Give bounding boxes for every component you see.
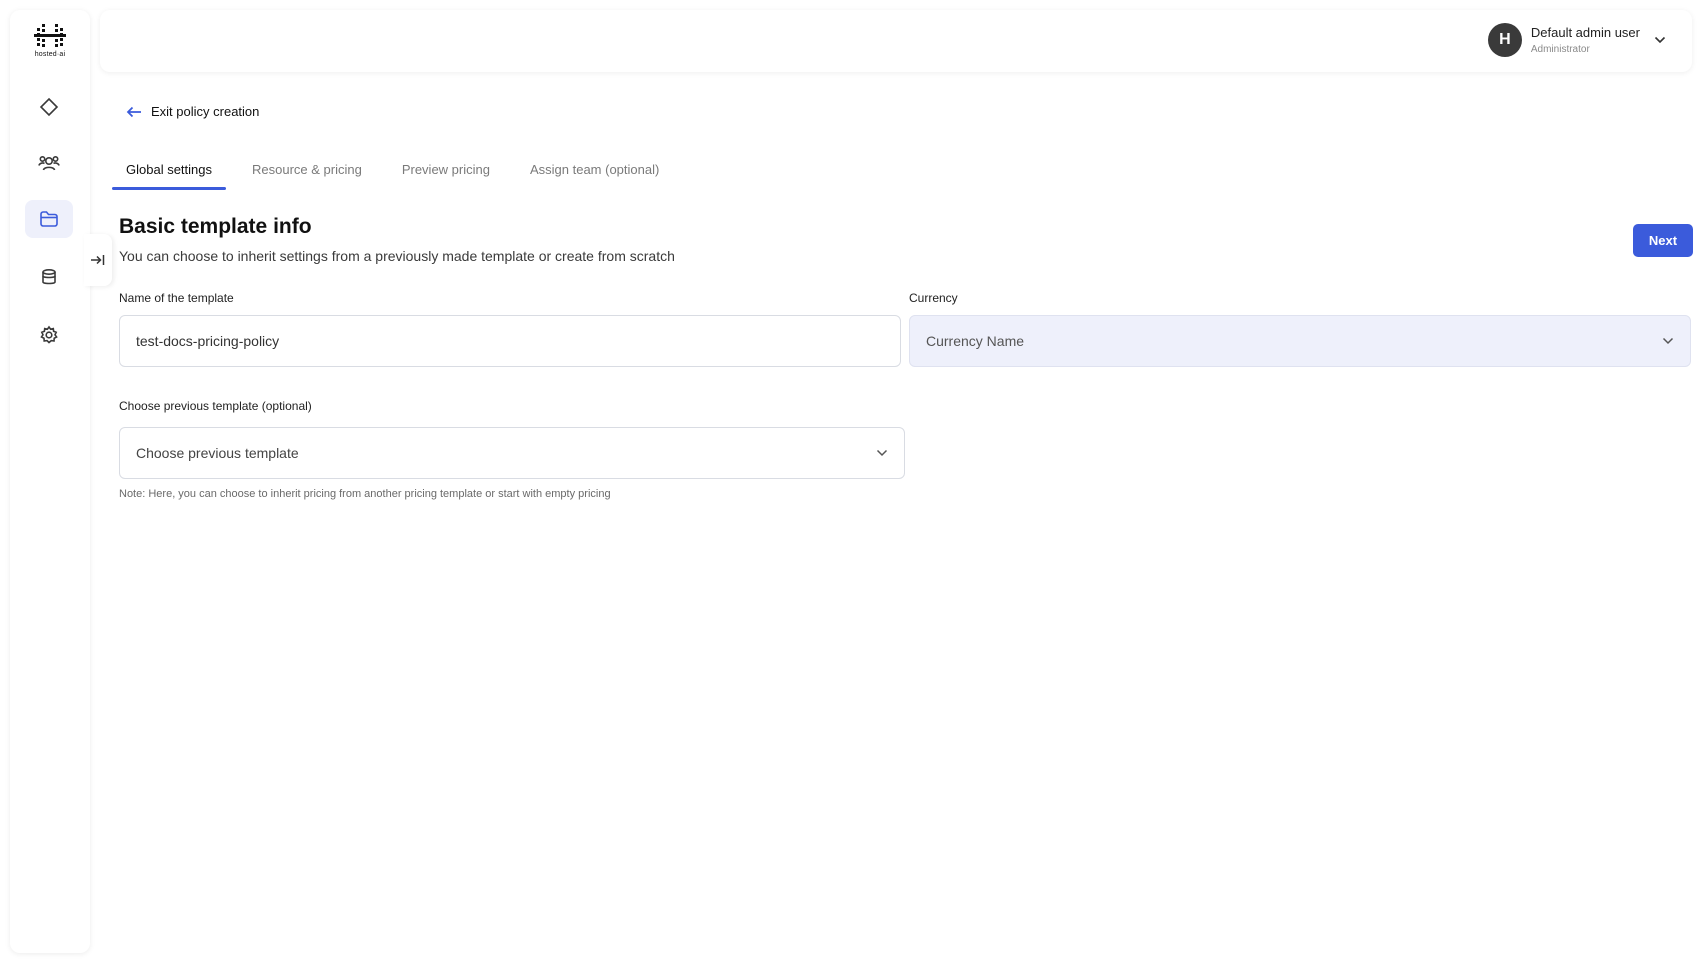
user-name: Default admin user xyxy=(1530,25,1640,40)
app-logo[interactable]: hosted·ai xyxy=(10,24,90,58)
diamond-icon xyxy=(39,97,59,117)
step-tabs: Global settings Resource & pricing Previ… xyxy=(112,150,685,190)
logo-icon xyxy=(34,24,66,47)
currency-label: Currency xyxy=(909,291,958,305)
bucket-icon xyxy=(42,268,56,285)
previous-template-label: Choose previous template (optional) xyxy=(119,399,312,413)
exit-policy-creation-label: Exit policy creation xyxy=(151,104,260,119)
user-info: Default admin user Administrator xyxy=(1531,25,1640,55)
tab-preview-pricing[interactable]: Preview pricing xyxy=(388,150,504,190)
user-role: Administrator xyxy=(1530,44,1590,55)
sidebar-item-teams[interactable] xyxy=(25,144,73,182)
folder-icon xyxy=(40,211,58,227)
top-header: H Default admin user Administrator xyxy=(100,10,1692,72)
tab-resource-pricing[interactable]: Resource & pricing xyxy=(238,150,376,190)
users-icon xyxy=(38,155,60,171)
currency-select[interactable]: Currency Name xyxy=(909,315,1691,367)
template-name-input[interactable]: test-docs-pricing-policy xyxy=(119,315,901,367)
template-name-label: Name of the template xyxy=(119,291,234,305)
chevron-down-icon xyxy=(1662,337,1674,345)
inherit-note: Note: Here, you can choose to inherit pr… xyxy=(119,488,611,500)
sidebar: hosted·ai xyxy=(10,10,90,953)
user-menu[interactable]: H Default admin user Administrator xyxy=(1487,23,1666,57)
template-name-value: test-docs-pricing-policy xyxy=(136,333,280,349)
logo-text: hosted·ai xyxy=(34,51,66,58)
exit-policy-creation-link[interactable]: Exit policy creation xyxy=(126,104,259,119)
page-subtitle: You can choose to inherit settings from … xyxy=(119,248,675,264)
tab-assign-team[interactable]: Assign team (optional) xyxy=(516,150,673,190)
sidebar-item-diamond[interactable] xyxy=(25,88,73,126)
expand-arrow-icon xyxy=(91,255,105,265)
page-title: Basic template info xyxy=(119,215,312,238)
currency-placeholder: Currency Name xyxy=(926,333,1025,349)
sidebar-item-settings[interactable] xyxy=(25,316,73,354)
previous-template-select[interactable]: Choose previous template xyxy=(119,427,905,479)
chevron-down-icon xyxy=(1654,36,1666,44)
sidebar-expand-button[interactable] xyxy=(84,234,112,286)
chevron-down-icon xyxy=(876,449,888,457)
avatar: H xyxy=(1487,23,1522,57)
sidebar-item-folder[interactable] xyxy=(25,200,73,238)
arrow-left-icon xyxy=(126,106,141,117)
tab-global-settings[interactable]: Global settings xyxy=(112,150,226,190)
previous-template-placeholder: Choose previous template xyxy=(136,445,299,461)
sidebar-item-storage[interactable] xyxy=(25,258,73,296)
next-button[interactable]: Next xyxy=(1633,224,1693,257)
gear-icon xyxy=(40,325,58,344)
